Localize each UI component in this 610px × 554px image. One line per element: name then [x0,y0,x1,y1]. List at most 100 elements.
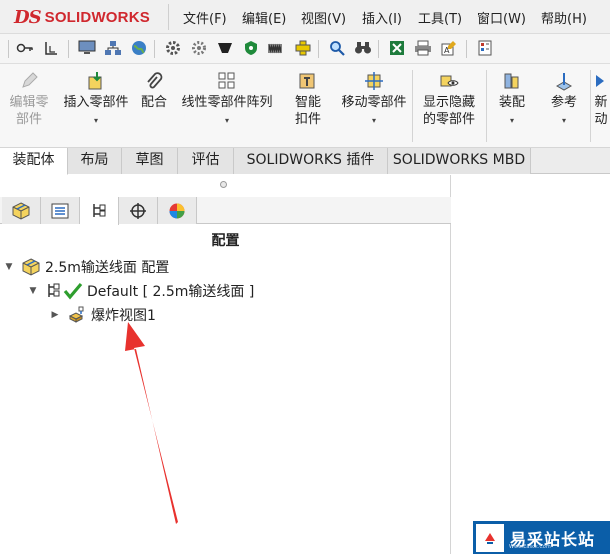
linear-pattern-label: 线性零部件阵列 [181,95,273,110]
assembly-features-label: 装配 [498,95,525,110]
edit-component-button[interactable]: 编辑零部件 [6,70,52,128]
chevron-down-icon[interactable]: ▾ [562,112,566,129]
menu-divider [168,4,169,30]
tab-evaluate[interactable]: 评估 [178,148,234,174]
tree-root-label: 2.5m输送线面 配置 [45,260,170,276]
assembly-features-button[interactable]: 装配 ▾ [492,70,532,129]
watermark-logo-icon [476,523,504,552]
tree-config-row[interactable]: ▼ Default [ 2.5m输送线面 ] [27,281,254,301]
monitor-icon[interactable] [78,39,96,57]
checkmark-icon [63,282,83,300]
edit-component-label: 编辑零部件 [9,95,49,127]
command-tabs: 装配体 布局 草图 评估 SOLIDWORKS 插件 SOLIDWORKS MB… [0,148,610,175]
funnel-icon[interactable] [216,39,234,57]
toolbar-separator [8,40,9,58]
solidworks-logo[interactable]: DS SOLIDWORKS [14,6,154,28]
command-separator [486,70,487,142]
settings-gear-icon[interactable] [190,39,208,57]
tab-solidworks-mbd[interactable]: SOLIDWORKS MBD [388,148,531,174]
smart-fasteners-label: 智能扣件 [294,95,321,127]
move-component-icon [363,70,385,92]
edit-component-icon [18,70,40,92]
graphics-area[interactable] [452,175,610,554]
key-icon[interactable] [16,39,34,57]
menu-tools[interactable]: 工具(T) [418,8,462,27]
new-motion-label: 新动 [594,95,608,127]
gear-icon[interactable] [164,39,182,57]
move-component-button[interactable]: 移动零部件 ▾ [336,70,412,129]
motion-study-icon [594,70,610,92]
collapse-icon[interactable]: ▼ [27,286,39,296]
paperclip-icon [143,70,165,92]
shield-icon[interactable] [242,39,260,57]
binoculars-icon[interactable] [354,39,372,57]
options-icon[interactable] [476,39,494,57]
reference-geometry-label: 参考 [550,95,577,110]
command-manager: 编辑零部件 插入零部件 ▾ 配合 线性零部件阵列 ▾ 智能扣件 移动零部件 ▾ [0,64,610,148]
linear-pattern-icon [216,70,238,92]
panel-resize-handle[interactable] [220,181,227,188]
configuration-manager-tab[interactable] [80,197,119,225]
menu-file[interactable]: 文件(F) [183,8,227,27]
network-icon[interactable] [104,39,122,57]
collapse-icon[interactable]: ▼ [3,262,15,272]
tree-root-row[interactable]: ▼ 2.5m输送线面 配置 [3,257,169,277]
menu-view[interactable]: 视图(V) [301,8,346,27]
tab-assembly[interactable]: 装配体 [0,148,68,175]
dimxpert-tab[interactable] [119,197,158,224]
command-separator [412,70,413,142]
menu-help[interactable]: 帮助(H) [541,8,587,27]
annotation-icon[interactable]: A [440,39,458,57]
watermark: 易采站长站 Www.Easck.Com [473,521,610,554]
assembly-features-icon [501,70,523,92]
menu-edit[interactable]: 编辑(E) [242,8,286,27]
expand-icon[interactable]: ▶ [49,310,61,320]
tab-sketch[interactable]: 草图 [122,148,178,174]
menu-insert[interactable]: 插入(I) [362,8,402,27]
insert-components-icon [85,70,107,92]
move-component-label: 移动零部件 [341,95,407,110]
tree-exploded-view-row[interactable]: ▶ 爆炸视图1 [49,305,156,325]
magnifier-icon[interactable] [328,39,346,57]
printer-icon[interactable] [414,39,432,57]
toolbar-separator [466,40,467,58]
dimension-icon[interactable] [42,39,60,57]
panel-title: 配置 [211,233,240,249]
globe-icon[interactable] [130,39,148,57]
feature-tree-tab[interactable] [2,197,41,224]
spring-icon[interactable] [268,39,286,57]
chevron-down-icon[interactable]: ▾ [94,112,98,129]
smart-fasteners-button[interactable]: 智能扣件 [283,70,333,128]
property-manager-tab[interactable] [41,197,80,224]
part-icon[interactable] [294,39,312,57]
tree-config-label: Default [ 2.5m输送线面 ] [87,284,255,300]
excel-icon[interactable] [388,39,406,57]
command-separator [590,70,591,142]
toolbar-separator [318,40,319,58]
new-motion-study-button[interactable]: 新动 [594,70,610,128]
tab-solidworks-addins[interactable]: SOLIDWORKS 插件 [234,148,388,174]
reference-geometry-icon [553,70,575,92]
toolbar-separator [68,40,69,58]
linear-pattern-button[interactable]: 线性零部件阵列 ▾ [176,70,278,129]
insert-components-button[interactable]: 插入零部件 ▾ [58,70,134,129]
menu-bar: DS SOLIDWORKS 文件(F) 编辑(E) 视图(V) 插入(I) 工具… [0,0,610,34]
exploded-view-icon [67,306,87,324]
tab-layout[interactable]: 布局 [68,148,122,174]
chevron-down-icon[interactable]: ▾ [225,112,229,129]
chevron-down-icon[interactable]: ▾ [510,112,514,129]
quick-toolbar: A [0,34,610,64]
toolbar-separator [378,40,379,58]
mate-button[interactable]: 配合 [136,70,172,111]
tree-exploded-view-label: 爆炸视图1 [91,308,156,324]
menu-window[interactable]: 窗口(W) [477,8,526,27]
show-hidden-label: 显示隐藏的零部件 [422,95,475,127]
toolbar-separator [154,40,155,58]
panel-tabs [0,197,451,225]
mate-label: 配合 [140,95,167,110]
smart-fasteners-icon [297,70,319,92]
reference-geometry-button[interactable]: 参考 ▾ [544,70,584,129]
chevron-down-icon[interactable]: ▾ [372,112,376,129]
display-manager-tab[interactable] [158,197,197,224]
show-hidden-components-button[interactable]: 显示隐藏的零部件 [416,70,482,128]
